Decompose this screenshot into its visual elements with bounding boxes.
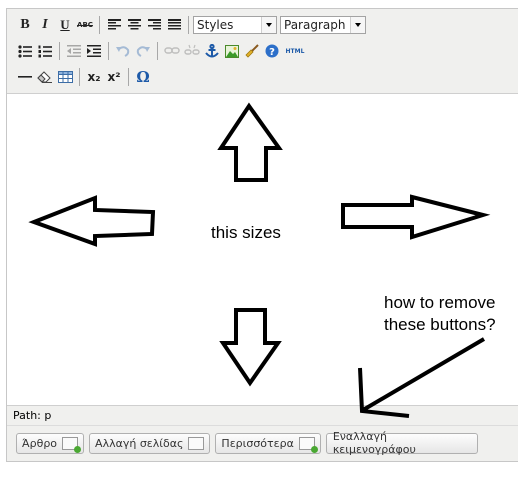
table-icon: [57, 71, 73, 83]
bullet-list-icon: [18, 44, 32, 58]
chevron-down-icon: [261, 17, 276, 33]
status-path-bar: Path: p: [7, 406, 518, 426]
eraser-icon: [37, 71, 52, 83]
toolbar-separator: [128, 68, 129, 86]
page-break-button-label: Αλλαγή σελίδας: [95, 436, 184, 450]
read-more-button-label: Περισσότερα: [221, 436, 294, 450]
styles-select-value: Styles: [197, 18, 234, 32]
numbered-list-button[interactable]: [35, 41, 55, 61]
article-button[interactable]: Άρθρο: [16, 432, 85, 454]
indent-icon: [87, 45, 101, 57]
html-source-button[interactable]: HTML: [282, 41, 308, 61]
align-left-button[interactable]: [104, 15, 124, 35]
read-more-icon: [298, 436, 318, 453]
bold-button[interactable]: B: [15, 15, 35, 35]
article-button-label: Άρθρο: [22, 436, 58, 450]
horizontal-rule-icon: [18, 76, 32, 78]
special-character-label: Ω: [136, 68, 150, 86]
superscript-label: x²: [107, 70, 121, 84]
special-character-button[interactable]: Ω: [133, 67, 153, 87]
html-source-label: HTML: [285, 47, 305, 55]
align-justify-icon: [167, 19, 181, 30]
align-center-icon: [127, 19, 141, 30]
cleanup-button[interactable]: [242, 41, 262, 61]
bullet-list-button[interactable]: [15, 41, 35, 61]
help-button[interactable]: ?: [262, 41, 282, 61]
strikethrough-button[interactable]: ABC: [75, 15, 95, 35]
toolbar-separator: [108, 42, 109, 60]
toolbar-separator: [188, 16, 189, 34]
subscript-label: x₂: [87, 70, 101, 84]
toolbar-separator: [157, 42, 158, 60]
styles-select[interactable]: Styles: [193, 16, 277, 34]
article-icon: [62, 436, 82, 453]
align-justify-button[interactable]: [164, 15, 184, 35]
link-icon: [164, 47, 180, 54]
undo-button[interactable]: [113, 41, 133, 61]
broom-icon: [245, 44, 259, 58]
toolbar-separator: [79, 68, 80, 86]
insert-image-button[interactable]: [222, 41, 242, 61]
center-annotation-text: this sizes: [211, 223, 281, 242]
anchor-icon: [205, 44, 219, 58]
horizontal-rule-button[interactable]: [15, 67, 35, 87]
undo-icon: [116, 46, 130, 57]
page-break-icon: [188, 436, 205, 450]
svg-text:?: ?: [269, 47, 275, 58]
toolbar-row-2: ? HTML: [15, 40, 308, 62]
insert-link-button[interactable]: [162, 41, 182, 61]
toolbar-separator: [59, 42, 60, 60]
toolbar-row-3: x₂ x² Ω: [15, 66, 153, 88]
image-icon: [225, 44, 239, 58]
unlink-icon: [184, 44, 200, 55]
unlink-button[interactable]: [182, 41, 202, 61]
editor-content-area[interactable]: [7, 93, 518, 406]
toggle-editor-button-label: Εναλλαγή κειμενογράφου: [332, 430, 416, 456]
toggle-editor-button[interactable]: Εναλλαγή κειμενογράφου: [325, 430, 478, 456]
format-select-value: Paragraph: [284, 18, 346, 32]
align-right-button[interactable]: [144, 15, 164, 35]
indent-button[interactable]: [84, 41, 104, 61]
editor-toolbar: B I U ABC Styles Paragraph ? HTML x₂ x² …: [7, 9, 518, 93]
italic-label: I: [42, 17, 48, 32]
bold-label: B: [20, 17, 30, 32]
question-line-2: these buttons?: [384, 315, 496, 334]
chevron-down-icon: [350, 17, 365, 33]
remove-format-button[interactable]: [35, 67, 55, 87]
editor-buttons-row: Άρθρο Αλλαγή σελίδας Περισσότερα Εναλλαγ…: [16, 430, 478, 456]
superscript-button[interactable]: x²: [104, 67, 124, 87]
align-right-icon: [147, 19, 161, 30]
help-icon: ?: [265, 44, 279, 58]
question-line-1: how to remove: [384, 293, 496, 312]
page-break-button[interactable]: Αλλαγή σελίδας: [89, 432, 211, 454]
path-label: Path: p: [13, 409, 52, 422]
strikethrough-label: ABC: [77, 21, 93, 29]
read-more-button[interactable]: Περισσότερα: [215, 432, 321, 454]
outdent-icon: [67, 45, 81, 57]
numbered-list-icon: [38, 45, 52, 57]
subscript-button[interactable]: x₂: [84, 67, 104, 87]
toolbar-separator: [99, 16, 100, 34]
underline-label: U: [60, 17, 70, 32]
insert-table-button[interactable]: [55, 67, 75, 87]
format-select[interactable]: Paragraph: [280, 16, 366, 34]
italic-button[interactable]: I: [35, 15, 55, 35]
align-left-icon: [107, 19, 121, 30]
underline-button[interactable]: U: [55, 15, 75, 35]
redo-icon: [136, 46, 150, 57]
anchor-button[interactable]: [202, 41, 222, 61]
redo-button[interactable]: [133, 41, 153, 61]
align-center-button[interactable]: [124, 15, 144, 35]
toolbar-row-1: B I U ABC Styles Paragraph: [15, 14, 366, 36]
outdent-button[interactable]: [64, 41, 84, 61]
